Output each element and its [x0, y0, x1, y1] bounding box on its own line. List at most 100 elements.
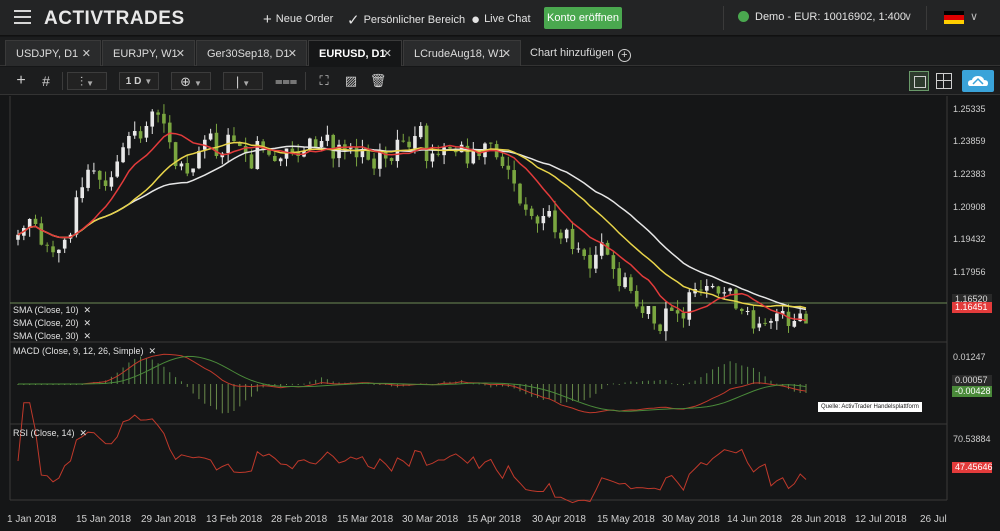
line-tool-icon: |	[235, 74, 240, 89]
candle-body	[191, 168, 195, 173]
candle-body	[629, 277, 633, 291]
open-account-button[interactable]: Konto eröffnen	[544, 7, 622, 29]
macd-tag: 0.00057	[952, 375, 992, 386]
macd-histogram-bar	[642, 381, 644, 384]
sma20-label: SMA (Close, 20) ✕	[13, 318, 92, 328]
macd-histogram-bar	[712, 369, 714, 384]
price-tag-current: 1.16451	[952, 302, 992, 313]
rsi-axis-label: 70.53884	[953, 434, 991, 444]
live-chat-button[interactable]: ● Live Chat	[471, 11, 531, 28]
macd-histogram-bar	[163, 366, 165, 384]
close-icon[interactable]: ✕	[149, 346, 157, 356]
candle-body	[372, 158, 376, 169]
macd-histogram-bar	[770, 380, 772, 384]
candle-body	[115, 161, 120, 177]
tab-eurjpy[interactable]: EURJPY, W1 ✕	[102, 40, 195, 66]
candle-body	[489, 142, 493, 144]
macd-histogram-bar	[741, 365, 743, 384]
single-layout-icon[interactable]	[909, 71, 929, 91]
grid-icon[interactable]: #	[37, 72, 55, 90]
close-icon[interactable]: ✕	[84, 318, 92, 328]
personal-area-button[interactable]: ✓ Persönlicher Bereich	[347, 11, 465, 29]
date-label: 14 Jun 2018	[727, 514, 783, 525]
candle-body	[547, 211, 551, 217]
macd-histogram-bar	[589, 384, 591, 398]
german-flag-icon[interactable]	[944, 11, 964, 24]
timeframe-selector[interactable]: 1 D ▼	[119, 72, 159, 90]
account-selector[interactable]: Demo - EUR: 10016902, 1:400	[738, 11, 906, 23]
grid-layout-icon[interactable]	[936, 73, 952, 89]
chat-icon: ●	[471, 11, 481, 28]
chart-type-selector[interactable]: ⫶ ▼	[67, 72, 107, 90]
candle-body	[331, 134, 335, 159]
tab-ger30[interactable]: Ger30Sep18, D1 ✕	[196, 40, 307, 66]
drawings-list-icon[interactable]: ⛶	[315, 72, 333, 90]
plus-circle-icon: +	[617, 49, 631, 62]
cloud-icon[interactable]	[962, 70, 994, 92]
macd-histogram-bar	[665, 380, 667, 384]
macd-histogram-bar	[572, 384, 574, 401]
chevron-down-icon[interactable]: ∨	[970, 10, 978, 23]
check-icon: ✓	[347, 12, 360, 29]
candle-body	[769, 321, 773, 323]
candle-body	[57, 249, 61, 254]
new-order-button[interactable]: + Neue Order	[263, 11, 333, 28]
candle-body	[611, 255, 616, 269]
chart-toolbar: + # ⫶ ▼ 1 D ▼ ⊕ ▼ | ▼ ⩶ ⛶ ▨ 🗑	[0, 67, 1000, 95]
chevron-down-icon[interactable]: ∨	[904, 10, 912, 23]
macd-histogram-bar	[128, 362, 130, 384]
activtrades-logo: ACTIVTRADES	[44, 8, 185, 29]
macd-histogram-bar	[239, 384, 241, 407]
chart-canvas[interactable]	[0, 96, 1000, 531]
caret-down-icon: ▼	[242, 79, 251, 88]
candle-body	[354, 146, 359, 158]
caret-down-icon: ▼	[86, 79, 95, 88]
candle-body	[319, 141, 324, 147]
close-icon[interactable]: ✕	[176, 41, 185, 67]
candle-body	[45, 244, 49, 246]
macd-histogram-bar	[682, 384, 684, 386]
drawing-tool-selector[interactable]: | ▼	[223, 72, 263, 90]
tab-lcrude[interactable]: LCrudeAug18, W1 ✕	[403, 40, 521, 66]
candle-body	[699, 289, 703, 291]
candle-body	[506, 165, 511, 170]
candle-body	[401, 140, 406, 142]
date-label: 30 Mar 2018	[402, 514, 459, 525]
close-icon[interactable]: ✕	[84, 331, 92, 341]
macd-histogram-bar	[700, 377, 702, 384]
close-icon[interactable]: ✕	[383, 41, 392, 67]
add-chart-button[interactable]: Chart hinzufügen +	[522, 40, 632, 66]
close-icon[interactable]: ✕	[80, 428, 88, 438]
candle-body	[232, 135, 236, 141]
candle-body	[278, 158, 283, 162]
macd-histogram-bar	[478, 383, 480, 385]
close-icon[interactable]: ✕	[84, 305, 92, 315]
plus-circle-icon: ⊕	[180, 74, 191, 89]
candle-body	[33, 218, 38, 224]
template-icon[interactable]: ▨	[342, 72, 360, 90]
close-icon[interactable]: ✕	[502, 41, 511, 67]
macd-histogram-bar	[198, 384, 200, 400]
macd-label: MACD (Close, 9, 12, 26, Simple) ✕	[13, 346, 157, 356]
candle-body	[634, 290, 639, 307]
candle-body	[80, 187, 85, 199]
candle-body	[664, 308, 668, 332]
date-label: 15 Apr 2018	[467, 514, 521, 525]
macd-histogram-bar	[309, 381, 311, 384]
chart-area[interactable]: 1.25335 1.23859 1.22383 1.20908 1.19432 …	[0, 96, 1000, 531]
add-indicator-selector[interactable]: ⊕ ▼	[171, 72, 211, 90]
close-icon[interactable]: ✕	[82, 41, 91, 67]
fibonacci-icon[interactable]: ⩶	[275, 72, 297, 90]
crosshair-icon[interactable]: +	[12, 72, 30, 90]
candle-body	[751, 310, 756, 329]
date-label: 13 Feb 2018	[206, 514, 263, 525]
trash-icon[interactable]: 🗑	[369, 72, 387, 90]
menu-icon[interactable]	[14, 10, 31, 24]
tab-eurusd[interactable]: EURUSD, D1 ✕	[308, 40, 402, 66]
macd-histogram-bar	[221, 384, 223, 414]
date-label: 28 Jun 2018	[791, 514, 847, 525]
macd-histogram-bar	[373, 384, 375, 385]
macd-histogram-bar	[653, 380, 655, 384]
close-icon[interactable]: ✕	[288, 41, 297, 67]
tab-usdjpy[interactable]: USDJPY, D1 ✕	[5, 40, 101, 66]
